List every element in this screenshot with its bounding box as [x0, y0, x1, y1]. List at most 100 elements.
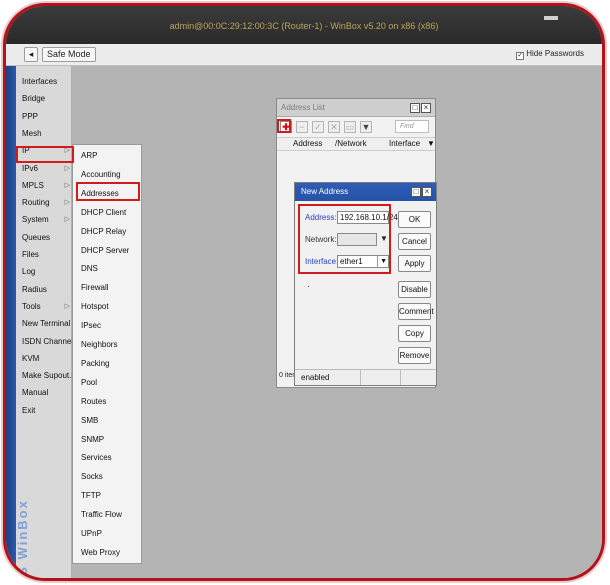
sidebar-item-make-supout-rif[interactable]: Make Supout.rif: [18, 367, 78, 384]
address-list-toolbar: ✚ − ✓ ✕ ▭ ▼ Find: [277, 118, 435, 136]
back-arrow-icon[interactable]: ◂: [24, 47, 38, 62]
sidebar-item-label: Log: [22, 267, 36, 277]
ip-menu-item-ipsec[interactable]: IPsec: [73, 316, 141, 335]
sidebar-item-radius[interactable]: Radius: [18, 281, 72, 298]
ip-menu-item-traffic-flow[interactable]: Traffic Flow: [73, 505, 141, 524]
sidebar-item-exit[interactable]: Exit: [18, 402, 72, 419]
copy-button[interactable]: Copy: [398, 325, 431, 342]
winbox-brand-strip: OS WinBox: [6, 66, 30, 578]
sidebar-item-routing[interactable]: Routing ▷: [18, 194, 72, 211]
sidebar-item-system[interactable]: System ▷: [18, 211, 72, 228]
submenu-arrow-icon: ▷: [64, 181, 70, 189]
find-input[interactable]: Find: [395, 120, 429, 133]
sidebar-item-manual[interactable]: Manual: [18, 384, 72, 401]
highlight-form-fields: [298, 204, 391, 274]
sidebar-item-files[interactable]: Files: [18, 246, 72, 263]
maximize-icon[interactable]: □: [410, 103, 420, 113]
ip-menu-item-neighbors[interactable]: Neighbors: [73, 335, 141, 354]
disable-button[interactable]: Disable: [398, 281, 431, 298]
disable-icon[interactable]: ✕: [328, 121, 340, 133]
ip-menu-item-dns[interactable]: DNS: [73, 259, 141, 278]
close-icon[interactable]: ×: [421, 103, 431, 113]
ip-menu-item-smb[interactable]: SMB: [73, 411, 141, 430]
address-list-header: Address / Network Interface ▼: [277, 137, 435, 151]
sidebar-item-label: Radius: [22, 284, 47, 294]
ip-menu-item-pool[interactable]: Pool: [73, 373, 141, 392]
title-bar: admin@00:0C:29:12:00:3C (Router-1) - Win…: [6, 6, 602, 44]
sidebar-item-queues[interactable]: Queues: [18, 229, 72, 246]
highlight-addresses: [76, 182, 140, 201]
column-interface[interactable]: Interface: [389, 138, 420, 150]
ip-menu-item-tftp[interactable]: TFTP: [73, 486, 141, 505]
sidebar-item-log[interactable]: Log: [18, 263, 72, 280]
toolbar: ◂ Safe Mode ✓ Hide Passwords: [6, 44, 602, 66]
sidebar-item-label: Exit: [22, 405, 36, 415]
sidebar-item-label: Mesh: [22, 128, 42, 138]
sidebar-item-mesh[interactable]: Mesh: [18, 125, 72, 142]
sidebar-item-label: Tools: [22, 301, 41, 311]
sidebar-item-label: IPv6: [22, 163, 39, 173]
apply-button[interactable]: Apply: [398, 255, 431, 272]
ip-menu-item-web-proxy[interactable]: Web Proxy: [73, 543, 141, 562]
ip-menu-item-routes[interactable]: Routes: [73, 392, 141, 411]
ip-menu-item-hotspot[interactable]: Hotspot: [73, 297, 141, 316]
ip-menu-item-upnp[interactable]: UPnP: [73, 524, 141, 543]
column-network-label: Network: [337, 139, 367, 148]
sidebar-item-label: ISDN Channels: [22, 336, 78, 346]
sidebar-item-label: MPLS: [22, 180, 44, 190]
sidebar-item-label: Queues: [22, 232, 51, 242]
dialog-status-bar: enabled: [295, 369, 436, 385]
sidebar-item-label: Manual: [22, 388, 49, 398]
minimize-icon[interactable]: [544, 16, 558, 20]
ip-submenu: ARP Accounting Addresses DHCP Client DHCP Re…: [72, 144, 142, 564]
checkbox-icon[interactable]: ✓: [516, 52, 525, 60]
sidebar-item-label: New Terminal: [22, 319, 71, 329]
sidebar-item-new-terminal[interactable]: New Terminal: [18, 315, 72, 332]
sidebar-item-label: System: [22, 215, 49, 225]
submenu-arrow-icon: ▷: [64, 302, 70, 310]
ip-menu-item-socks[interactable]: Socks: [73, 467, 141, 486]
ip-menu-item-services[interactable]: Services: [73, 448, 141, 467]
remove-icon[interactable]: −: [296, 121, 308, 133]
ip-menu-item-snmp[interactable]: SNMP: [73, 430, 141, 449]
highlight-add-button: [277, 119, 291, 133]
sidebar-item-label: Routing: [22, 198, 50, 208]
sidebar-item-bridge[interactable]: Bridge: [18, 90, 72, 107]
sidebar-item-isdn-channels[interactable]: ISDN Channels: [18, 333, 77, 350]
submenu-arrow-icon: ▷: [64, 216, 70, 224]
sidebar-item-label: KVM: [22, 353, 40, 363]
columns-dropdown-icon[interactable]: ▼: [427, 138, 435, 150]
ip-menu-item-firewall[interactable]: Firewall: [73, 278, 141, 297]
enable-icon[interactable]: ✓: [312, 121, 324, 133]
up-down-icon[interactable]: ·: [307, 281, 310, 291]
sidebar-item-mpls[interactable]: MPLS ▷: [18, 177, 72, 194]
column-address[interactable]: Address: [293, 138, 322, 150]
ok-button[interactable]: OK: [398, 211, 431, 228]
sidebar-item-label: PPP: [22, 111, 39, 121]
ip-menu-item-dhcp-relay[interactable]: DHCP Relay: [73, 222, 141, 241]
column-network[interactable]: / Network: [335, 138, 367, 150]
window-title: admin@00:0C:29:12:00:3C (Router-1) - Win…: [169, 21, 439, 31]
sidebar-item-kvm[interactable]: KVM: [18, 350, 72, 367]
winbox-vertical-text: OS WinBox: [14, 499, 30, 581]
sidebar-item-interfaces[interactable]: Interfaces: [18, 73, 72, 90]
remove-button[interactable]: Remove: [398, 347, 431, 364]
screenshot-frame: admin@00:0C:29:12:00:3C (Router-1) - Win…: [3, 3, 605, 581]
filter-icon[interactable]: ▼: [360, 121, 372, 133]
close-icon[interactable]: ×: [422, 187, 432, 197]
comment-button[interactable]: Comment: [398, 303, 434, 320]
hide-passwords-toggle[interactable]: ✓ Hide Passwords: [516, 49, 584, 60]
cancel-button[interactable]: Cancel: [398, 233, 431, 250]
sidebar-item-tools[interactable]: Tools ▷: [18, 298, 72, 315]
comment-icon[interactable]: ▭: [344, 121, 356, 133]
ip-menu-item-dhcp-server[interactable]: DHCP Server: [73, 241, 141, 260]
status-text: enabled: [295, 370, 361, 385]
safe-mode-button[interactable]: Safe Mode: [42, 47, 96, 62]
maximize-icon[interactable]: □: [411, 187, 421, 197]
ip-menu-item-packing[interactable]: Packing: [73, 354, 141, 373]
sidebar-item-label: Make Supout.rif: [22, 371, 79, 381]
ip-menu-item-arp[interactable]: ARP: [73, 146, 141, 165]
status-cell-empty: [361, 370, 401, 385]
ip-menu-item-dhcp-client[interactable]: DHCP Client: [73, 203, 141, 222]
sidebar-item-ppp[interactable]: PPP: [18, 108, 72, 125]
